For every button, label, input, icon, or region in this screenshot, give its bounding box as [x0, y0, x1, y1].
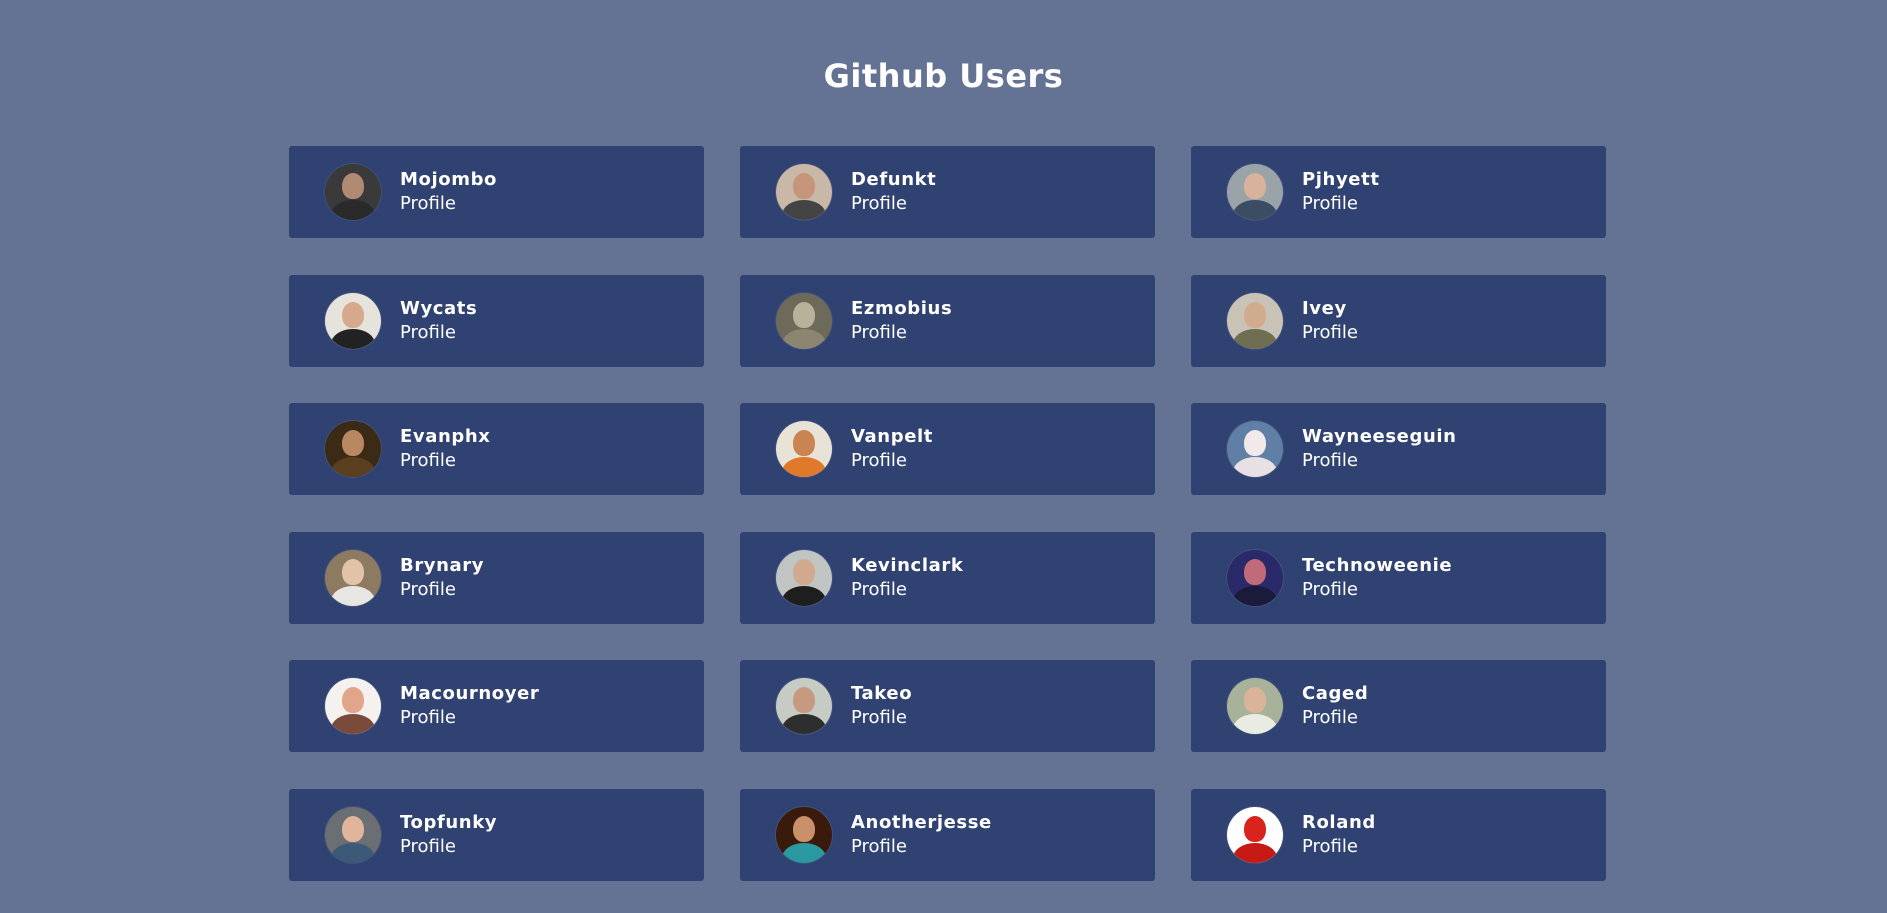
- avatar: [776, 806, 832, 863]
- user-info: Evanphx Profile: [400, 425, 491, 473]
- user-name: Vanpelt: [851, 426, 933, 447]
- user-name: Kevinclark: [851, 554, 964, 576]
- user-name: Mojombo: [400, 169, 498, 190]
- avatar: [325, 292, 381, 349]
- user-info: Roland Profile: [1302, 811, 1376, 859]
- user-info: Caged Profile: [1302, 682, 1368, 730]
- user-card[interactable]: Takeo Profile: [740, 660, 1155, 752]
- user-card[interactable]: Caged Profile: [1191, 660, 1606, 752]
- avatar: [325, 164, 381, 220]
- user-info: Brynary Profile: [400, 554, 484, 602]
- user-card[interactable]: Pjhyett Profile: [1191, 146, 1606, 238]
- avatar: [776, 678, 832, 734]
- user-info: Topfunky Profile: [400, 811, 497, 859]
- user-info: Macournoyer Profile: [400, 682, 539, 730]
- profile-link[interactable]: Profile: [400, 192, 497, 216]
- avatar: [1227, 549, 1283, 606]
- user-name: Topfunky: [400, 811, 498, 833]
- user-info: Wycats Profile: [400, 297, 477, 345]
- user-info: Mojombo Profile: [400, 168, 497, 216]
- user-name: Anotherjesse: [851, 811, 992, 833]
- profile-link[interactable]: Profile: [1302, 578, 1452, 602]
- page-title: Github Users: [823, 57, 1064, 95]
- user-info: Anotherjesse Profile: [851, 811, 992, 859]
- user-card[interactable]: Wayneeseguin Profile: [1191, 403, 1606, 495]
- user-name: Evanphx: [400, 426, 491, 447]
- user-info: Defunkt Profile: [851, 168, 936, 216]
- profile-link[interactable]: Profile: [851, 706, 912, 730]
- profile-link[interactable]: Profile: [1302, 835, 1376, 859]
- user-info: Pjhyett Profile: [1302, 168, 1380, 216]
- user-card[interactable]: Ivey Profile: [1191, 274, 1606, 367]
- user-name: Defunkt: [851, 169, 937, 190]
- user-name: Brynary: [400, 554, 485, 576]
- profile-link[interactable]: Profile: [1302, 706, 1368, 730]
- profile-link[interactable]: Profile: [400, 835, 497, 859]
- user-name: Pjhyett: [1302, 169, 1380, 190]
- avatar: [1227, 421, 1283, 477]
- avatar: [1227, 164, 1283, 220]
- user-name: Roland: [1302, 811, 1376, 833]
- user-name: Technoweenie: [1302, 554, 1453, 576]
- user-name: Takeo: [851, 683, 913, 704]
- profile-link[interactable]: Profile: [851, 192, 936, 216]
- user-card[interactable]: Technoweenie Profile: [1191, 531, 1606, 624]
- user-info: Takeo Profile: [851, 682, 912, 730]
- user-card[interactable]: Ezmobius Profile: [740, 274, 1155, 367]
- profile-link[interactable]: Profile: [1302, 321, 1358, 345]
- profile-link[interactable]: Profile: [851, 321, 952, 345]
- profile-link[interactable]: Profile: [400, 321, 477, 345]
- user-card[interactable]: Vanpelt Profile: [740, 403, 1155, 495]
- avatar: [776, 421, 832, 477]
- avatar: [325, 678, 381, 734]
- avatar: [1227, 806, 1283, 863]
- user-info: Vanpelt Profile: [851, 425, 933, 473]
- avatar: [1227, 678, 1283, 734]
- user-card[interactable]: Topfunky Profile: [289, 788, 704, 881]
- avatar: [325, 806, 381, 863]
- profile-link[interactable]: Profile: [400, 706, 539, 730]
- user-name: Caged: [1302, 683, 1369, 704]
- avatar: [325, 421, 381, 477]
- user-info: Kevinclark Profile: [851, 554, 963, 602]
- user-card[interactable]: Roland Profile: [1191, 788, 1606, 881]
- user-name: Macournoyer: [400, 683, 540, 704]
- profile-link[interactable]: Profile: [1302, 192, 1380, 216]
- avatar: [776, 164, 832, 220]
- user-info: Ezmobius Profile: [851, 297, 952, 345]
- profile-link[interactable]: Profile: [851, 578, 963, 602]
- profile-link[interactable]: Profile: [400, 578, 484, 602]
- user-name: Wycats: [400, 297, 478, 319]
- avatar: [1227, 292, 1283, 349]
- user-info: Wayneeseguin Profile: [1302, 425, 1457, 473]
- profile-link[interactable]: Profile: [400, 449, 491, 473]
- user-card[interactable]: Kevinclark Profile: [740, 531, 1155, 624]
- user-name: Ezmobius: [851, 297, 953, 319]
- user-card[interactable]: Wycats Profile: [289, 274, 704, 367]
- user-name: Wayneeseguin: [1302, 426, 1457, 447]
- user-card[interactable]: Macournoyer Profile: [289, 660, 704, 752]
- avatar: [776, 549, 832, 606]
- user-card[interactable]: Defunkt Profile: [740, 146, 1155, 238]
- user-name: Ivey: [1302, 297, 1347, 319]
- user-grid: Mojombo Profile Defunkt Profile Pjhyett Profi…: [289, 146, 1607, 881]
- profile-link[interactable]: Profile: [851, 449, 933, 473]
- avatar: [776, 292, 832, 349]
- user-card[interactable]: Evanphx Profile: [289, 403, 704, 495]
- user-card[interactable]: Mojombo Profile: [289, 146, 704, 238]
- avatar: [325, 549, 381, 606]
- profile-link[interactable]: Profile: [1302, 449, 1457, 473]
- user-info: Ivey Profile: [1302, 297, 1358, 345]
- user-card[interactable]: Brynary Profile: [289, 531, 704, 624]
- user-card[interactable]: Anotherjesse Profile: [740, 788, 1155, 881]
- profile-link[interactable]: Profile: [851, 835, 992, 859]
- user-info: Technoweenie Profile: [1302, 554, 1452, 602]
